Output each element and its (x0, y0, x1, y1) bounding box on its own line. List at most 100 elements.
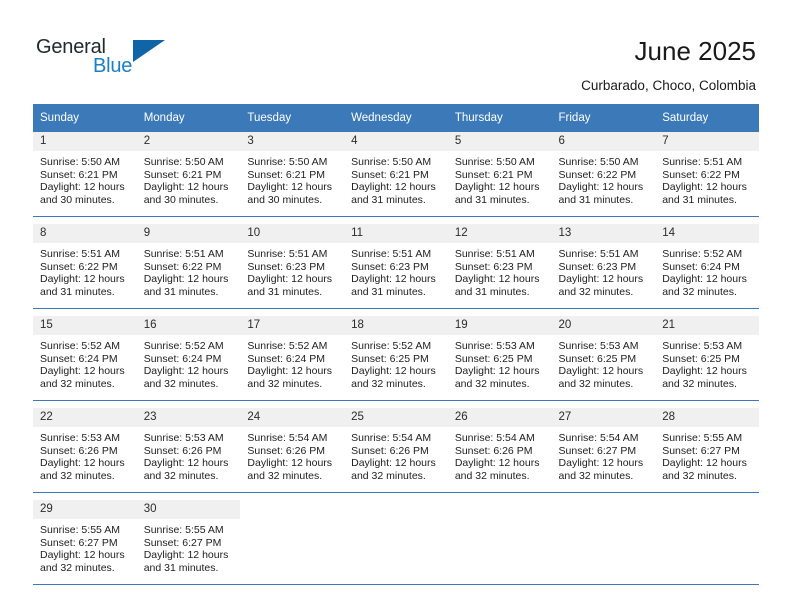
day-info: Sunrise: 5:53 AM Sunset: 6:26 PM Dayligh… (137, 427, 241, 482)
sunset-text: Sunset: 6:24 PM (662, 260, 740, 273)
day-number: 9 (136, 224, 241, 243)
daylight-text-line1: Daylight: 12 hours (247, 457, 333, 470)
sunset-text: Sunset: 6:24 PM (143, 352, 222, 365)
sunrise-text: Sunrise: 5:50 AM (143, 156, 224, 168)
day-cell[interactable]: 10 Sunrise: 5:51 AM Sunset: 6:23 PM Dayl… (240, 224, 345, 309)
daylight-text-line1: Daylight: 12 hours (662, 273, 747, 286)
day-cell[interactable]: 29 Sunrise: 5:55 AM Sunset: 6:27 PM Dayl… (33, 500, 137, 585)
day-cell[interactable]: 23 Sunrise: 5:53 AM Sunset: 6:26 PM Dayl… (136, 408, 241, 493)
daylight-text-line2: and 32 minutes. (247, 469, 323, 482)
day-number: 6 (551, 132, 656, 151)
weekday-header-monday: Monday (136, 104, 241, 132)
day-cell[interactable]: 12 Sunrise: 5:51 AM Sunset: 6:23 PM Dayl… (447, 224, 552, 309)
day-number: 23 (136, 408, 241, 427)
weekday-header-friday: Friday (551, 104, 656, 132)
general-blue-logo[interactable]: General Blue (36, 36, 196, 84)
day-cell[interactable]: 30 Sunrise: 5:55 AM Sunset: 6:27 PM Dayl… (136, 500, 241, 585)
day-cell[interactable]: 9 Sunrise: 5:51 AM Sunset: 6:22 PM Dayli… (136, 224, 241, 309)
weekday-header-wednesday: Wednesday (344, 104, 448, 132)
sunrise-text: Sunrise: 5:54 AM (558, 432, 639, 444)
daylight-text-line1: Daylight: 12 hours (40, 457, 125, 470)
daylight-text-line1: Daylight: 12 hours (351, 181, 436, 194)
day-info: Sunrise: 5:51 AM Sunset: 6:23 PM Dayligh… (344, 243, 448, 298)
day-info: Sunrise: 5:51 AM Sunset: 6:23 PM Dayligh… (240, 243, 344, 298)
daylight-text-line2: and 31 minutes. (247, 285, 323, 298)
daylight-text-line1: Daylight: 12 hours (454, 273, 540, 286)
day-cell[interactable]: 22 Sunrise: 5:53 AM Sunset: 6:26 PM Dayl… (33, 408, 137, 493)
daylight-text-line1: Daylight: 12 hours (143, 365, 229, 378)
sunset-text: Sunset: 6:27 PM (662, 444, 740, 457)
day-cell[interactable]: 19 Sunrise: 5:53 AM Sunset: 6:25 PM Dayl… (447, 316, 552, 401)
sunset-text: Sunset: 6:23 PM (454, 260, 533, 273)
day-number: 22 (33, 408, 137, 427)
day-number: 8 (33, 224, 137, 243)
day-cell[interactable]: 7 Sunrise: 5:51 AM Sunset: 6:22 PM Dayli… (655, 132, 759, 217)
daylight-text-line1: Daylight: 12 hours (143, 181, 229, 194)
weekday-header-saturday: Saturday (655, 104, 759, 132)
day-cell[interactable]: 25 Sunrise: 5:54 AM Sunset: 6:26 PM Dayl… (344, 408, 448, 493)
day-cell[interactable]: 15 Sunrise: 5:52 AM Sunset: 6:24 PM Dayl… (33, 316, 137, 401)
sunrise-text: Sunrise: 5:53 AM (454, 340, 535, 352)
sunset-text: Sunset: 6:26 PM (143, 444, 222, 457)
day-cell[interactable]: 28 Sunrise: 5:55 AM Sunset: 6:27 PM Dayl… (655, 408, 759, 493)
sunrise-text: Sunrise: 5:51 AM (143, 248, 224, 260)
day-cell[interactable]: 14 Sunrise: 5:52 AM Sunset: 6:24 PM Dayl… (655, 224, 759, 309)
sunrise-text: Sunrise: 5:52 AM (351, 340, 432, 352)
calendar-grid: Sunday Monday Tuesday Wednesday Thursday… (33, 104, 759, 585)
day-cell[interactable]: 1 Sunrise: 5:50 AM Sunset: 6:21 PM Dayli… (33, 132, 137, 217)
day-cell[interactable]: 4 Sunrise: 5:50 AM Sunset: 6:21 PM Dayli… (344, 132, 448, 217)
day-cell[interactable]: 5 Sunrise: 5:50 AM Sunset: 6:21 PM Dayli… (447, 132, 552, 217)
sunset-text: Sunset: 6:24 PM (247, 352, 326, 365)
day-number: 25 (344, 408, 448, 427)
sunset-text: Sunset: 6:26 PM (454, 444, 533, 457)
day-cell[interactable]: 21 Sunrise: 5:53 AM Sunset: 6:25 PM Dayl… (655, 316, 759, 401)
daylight-text-line2: and 32 minutes. (143, 377, 219, 390)
day-cell[interactable]: 16 Sunrise: 5:52 AM Sunset: 6:24 PM Dayl… (136, 316, 241, 401)
calendar-week-row: 29 Sunrise: 5:55 AM Sunset: 6:27 PM Dayl… (33, 500, 759, 585)
day-info: Sunrise: 5:55 AM Sunset: 6:27 PM Dayligh… (655, 427, 759, 482)
day-info: Sunrise: 5:50 AM Sunset: 6:21 PM Dayligh… (33, 151, 137, 206)
daylight-text-line1: Daylight: 12 hours (40, 365, 125, 378)
day-number: 4 (344, 132, 448, 151)
sunset-text: Sunset: 6:25 PM (558, 352, 637, 365)
day-cell[interactable]: 24 Sunrise: 5:54 AM Sunset: 6:26 PM Dayl… (240, 408, 345, 493)
day-cell[interactable]: 13 Sunrise: 5:51 AM Sunset: 6:23 PM Dayl… (551, 224, 656, 309)
weekday-header-thursday: Thursday (447, 104, 552, 132)
day-cell[interactable]: 27 Sunrise: 5:54 AM Sunset: 6:27 PM Dayl… (551, 408, 656, 493)
day-cell-empty (344, 500, 448, 585)
day-number: 1 (33, 132, 137, 151)
day-cell[interactable]: 6 Sunrise: 5:50 AM Sunset: 6:22 PM Dayli… (551, 132, 656, 217)
sunrise-text: Sunrise: 5:52 AM (247, 340, 328, 352)
logo-triangle-icon (133, 40, 165, 62)
daylight-text-line1: Daylight: 12 hours (40, 549, 125, 562)
day-number: 28 (655, 408, 759, 427)
daylight-text-line1: Daylight: 12 hours (143, 273, 229, 286)
day-info: Sunrise: 5:54 AM Sunset: 6:27 PM Dayligh… (552, 427, 656, 482)
day-number: 11 (344, 224, 448, 243)
daylight-text-line2: and 32 minutes. (40, 469, 115, 482)
day-number: 17 (240, 316, 345, 335)
sunrise-text: Sunrise: 5:51 AM (662, 156, 743, 168)
day-cell[interactable]: 2 Sunrise: 5:50 AM Sunset: 6:21 PM Dayli… (136, 132, 241, 217)
sunrise-text: Sunrise: 5:50 AM (351, 156, 432, 168)
day-info: Sunrise: 5:54 AM Sunset: 6:26 PM Dayligh… (448, 427, 552, 482)
calendar-table: Sunday Monday Tuesday Wednesday Thursday… (33, 104, 759, 585)
daylight-text-line2: and 31 minutes. (40, 285, 115, 298)
day-cell-empty (240, 500, 345, 585)
daylight-text-line1: Daylight: 12 hours (662, 181, 747, 194)
day-number: 10 (240, 224, 345, 243)
day-cell[interactable]: 8 Sunrise: 5:51 AM Sunset: 6:22 PM Dayli… (33, 224, 137, 309)
day-info: Sunrise: 5:52 AM Sunset: 6:24 PM Dayligh… (655, 243, 759, 298)
sunset-text: Sunset: 6:23 PM (558, 260, 637, 273)
sunrise-text: Sunrise: 5:53 AM (662, 340, 743, 352)
day-cell[interactable]: 3 Sunrise: 5:50 AM Sunset: 6:21 PM Dayli… (240, 132, 345, 217)
sunrise-text: Sunrise: 5:50 AM (454, 156, 535, 168)
day-cell[interactable]: 18 Sunrise: 5:52 AM Sunset: 6:25 PM Dayl… (344, 316, 448, 401)
sunrise-text: Sunrise: 5:54 AM (247, 432, 328, 444)
day-cell[interactable]: 17 Sunrise: 5:52 AM Sunset: 6:24 PM Dayl… (240, 316, 345, 401)
day-cell[interactable]: 20 Sunrise: 5:53 AM Sunset: 6:25 PM Dayl… (551, 316, 656, 401)
daylight-text-line2: and 32 minutes. (558, 377, 634, 390)
day-cell[interactable]: 11 Sunrise: 5:51 AM Sunset: 6:23 PM Dayl… (344, 224, 448, 309)
daylight-text-line1: Daylight: 12 hours (40, 181, 125, 194)
day-cell[interactable]: 26 Sunrise: 5:54 AM Sunset: 6:26 PM Dayl… (447, 408, 552, 493)
